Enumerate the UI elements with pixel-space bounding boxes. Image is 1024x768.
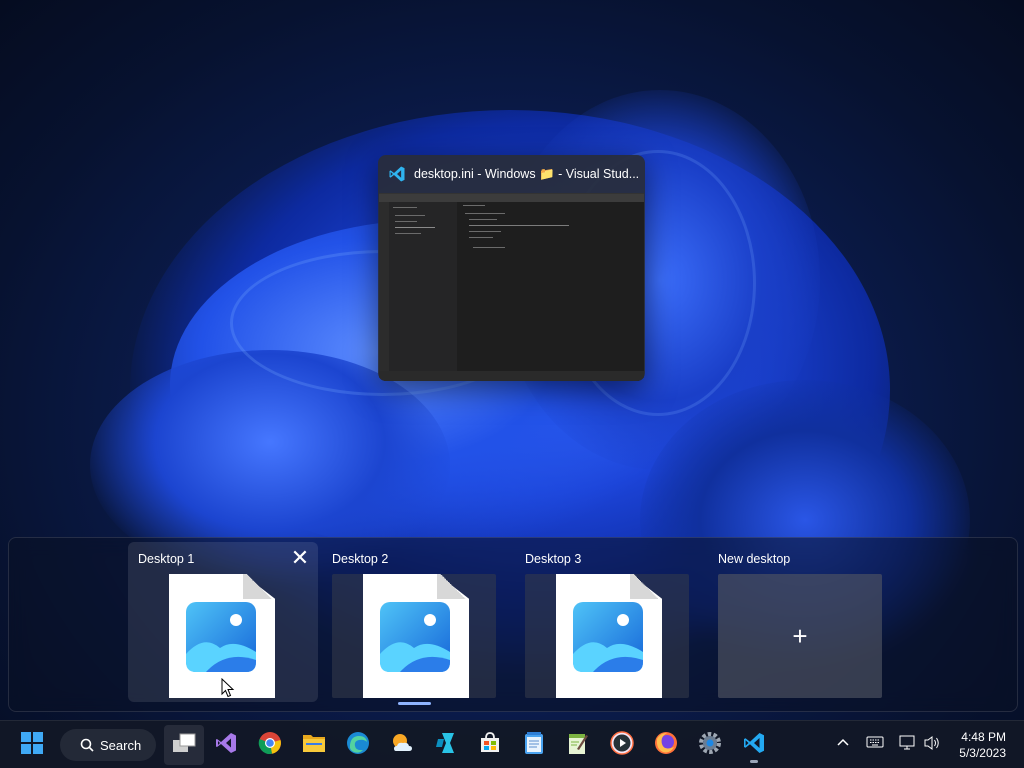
window-title-bar: desktop.ini - Windows 📁 - Visual Stud... bbox=[378, 155, 645, 193]
new-desktop-card[interactable]: New desktop + bbox=[708, 542, 898, 702]
window-title: desktop.ini - Windows 📁 - Visual Stud... bbox=[414, 166, 640, 181]
chrome-icon bbox=[258, 731, 282, 760]
system-clock[interactable]: 4:48 PM 5/3/2023 bbox=[959, 729, 1006, 761]
clock-time: 4:48 PM bbox=[961, 730, 1006, 744]
start-icon bbox=[21, 731, 43, 759]
mouse-cursor-icon bbox=[221, 677, 235, 703]
chevron-up-icon[interactable] bbox=[836, 735, 850, 749]
close-desktop-icon[interactable]: ✕ bbox=[288, 547, 312, 571]
plus-icon: + bbox=[792, 621, 808, 651]
vscode-icon bbox=[388, 165, 406, 183]
volume-icon[interactable] bbox=[923, 735, 941, 751]
desktop-thumbnail[interactable] bbox=[525, 574, 689, 698]
window-thumbnail-vscode[interactable]: desktop.ini - Windows 📁 - Visual Stud... bbox=[378, 155, 645, 381]
window-preview bbox=[379, 193, 644, 381]
keyboard-icon[interactable] bbox=[866, 735, 884, 749]
weather-button[interactable] bbox=[382, 725, 422, 765]
taskbar: Search 4:48 PM 5/3/2023 bbox=[0, 720, 1024, 768]
notepad-plus-icon bbox=[567, 731, 589, 760]
desktop-3-card[interactable]: Desktop 3 bbox=[515, 542, 705, 702]
desktop-label: Desktop 2 bbox=[332, 552, 389, 566]
firefox-button[interactable] bbox=[646, 725, 686, 765]
visual-studio-icon bbox=[214, 731, 238, 760]
desktop-label: Desktop 1 bbox=[138, 552, 195, 566]
desktop-2-card[interactable]: Desktop 2 bbox=[322, 542, 512, 702]
store-icon bbox=[478, 731, 502, 760]
task-view-icon bbox=[172, 732, 196, 759]
dev-home-button[interactable] bbox=[426, 725, 466, 765]
settings-button[interactable] bbox=[690, 725, 730, 765]
new-desktop-button[interactable]: + bbox=[718, 574, 882, 698]
network-icon[interactable] bbox=[898, 735, 916, 751]
running-indicator bbox=[750, 760, 758, 763]
desktop-label: Desktop 3 bbox=[525, 552, 582, 566]
chrome-button[interactable] bbox=[250, 725, 290, 765]
clock-date: 5/3/2023 bbox=[959, 746, 1006, 760]
start-button[interactable] bbox=[12, 725, 52, 765]
media-player-button[interactable] bbox=[602, 725, 642, 765]
vscode-button[interactable] bbox=[734, 725, 774, 765]
new-desktop-label: New desktop bbox=[718, 552, 791, 566]
weather-icon bbox=[390, 731, 414, 760]
notepad-plus-button[interactable] bbox=[558, 725, 598, 765]
file-explorer-button[interactable] bbox=[294, 725, 334, 765]
search-icon bbox=[80, 738, 94, 752]
task-view-button[interactable] bbox=[164, 725, 204, 765]
visual-studio-button[interactable] bbox=[206, 725, 246, 765]
notepad-button[interactable] bbox=[514, 725, 554, 765]
edge-button[interactable] bbox=[338, 725, 378, 765]
firefox-icon bbox=[654, 731, 678, 760]
settings-icon bbox=[698, 731, 722, 760]
media-player-icon bbox=[610, 730, 634, 760]
edge-icon bbox=[346, 731, 370, 760]
vscode-icon bbox=[742, 731, 766, 760]
search-label: Search bbox=[100, 737, 142, 753]
scroll-indicator bbox=[398, 702, 431, 705]
taskbar-search[interactable]: Search bbox=[60, 729, 156, 761]
notepad-icon bbox=[523, 731, 545, 760]
desktop-thumbnail[interactable] bbox=[138, 574, 302, 698]
desktop-thumbnail[interactable] bbox=[332, 574, 496, 698]
dev-home-icon bbox=[434, 731, 458, 760]
file-explorer-icon bbox=[302, 732, 326, 759]
store-button[interactable] bbox=[470, 725, 510, 765]
